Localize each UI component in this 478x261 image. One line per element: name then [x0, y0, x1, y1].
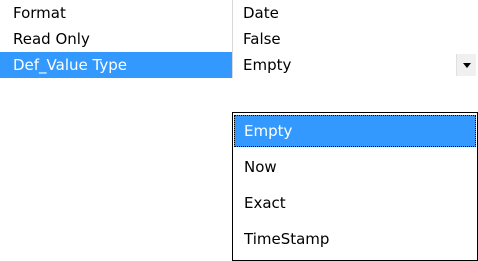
property-name: Format — [13, 4, 66, 22]
property-row-def-value-type[interactable]: Def_Value Type Empty — [0, 52, 478, 78]
property-name: Read Only — [13, 30, 90, 48]
property-grid: Format Date Read Only False Def_Value Ty… — [0, 0, 478, 78]
chevron-down-icon — [463, 63, 471, 68]
dropdown-option-timestamp[interactable]: TimeStamp — [234, 223, 476, 255]
dropdown-button[interactable] — [456, 54, 476, 76]
def-value-type-select[interactable]: Empty — [233, 52, 455, 78]
dropdown-option-now[interactable]: Now — [234, 151, 476, 183]
dropdown-list: Empty Now Exact TimeStamp — [232, 112, 478, 261]
property-name: Def_Value Type — [0, 52, 232, 78]
dropdown-option-empty[interactable]: Empty — [234, 115, 476, 147]
property-row-format[interactable]: Format Date — [0, 0, 478, 26]
property-value[interactable]: Date — [233, 0, 478, 26]
property-row-read-only[interactable]: Read Only False — [0, 26, 478, 52]
dropdown-option-exact[interactable]: Exact — [234, 187, 476, 219]
property-value[interactable]: False — [233, 26, 478, 52]
